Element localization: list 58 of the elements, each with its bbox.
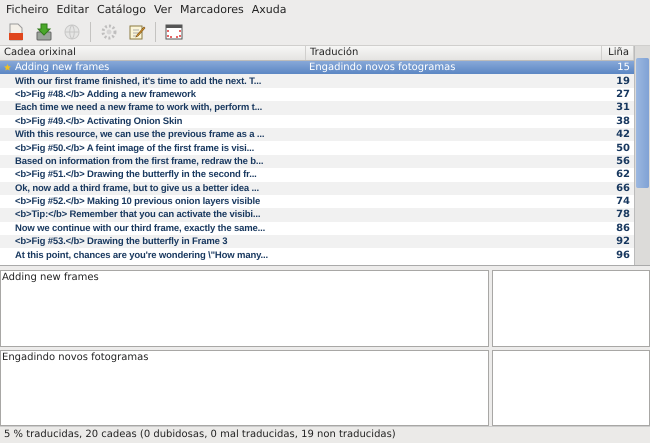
window-icon bbox=[165, 23, 183, 41]
column-header[interactable]: Tradución bbox=[306, 46, 602, 60]
source-text: <b>Tip:</b> Remember that you can activate the visibi... bbox=[15, 209, 260, 220]
source-text: <b>Fig #48.</b> Adding a new framework bbox=[15, 88, 196, 100]
line-number: 27 bbox=[616, 88, 630, 100]
line-number: 42 bbox=[616, 129, 630, 140]
globe-icon bbox=[63, 23, 81, 41]
menu-item[interactable]: Editar bbox=[52, 3, 94, 16]
table-row[interactable]: <b>Tip:</b> Remember that you can activate the visibi... 78 bbox=[0, 208, 634, 222]
line-number: 56 bbox=[616, 156, 630, 167]
translation-editor[interactable]: Engadindo novos fotogramas bbox=[0, 350, 489, 426]
menu-item[interactable]: Catálogo bbox=[93, 3, 150, 16]
table-row[interactable]: <b>Fig #49.</b> Activating Onion Skin 38 bbox=[0, 114, 634, 128]
source-text: <b>Fig #53.</b> Drawing the butterfly in Frame 3 bbox=[15, 236, 228, 248]
download-icon bbox=[35, 23, 53, 41]
notepad-pencil-icon bbox=[128, 23, 146, 41]
source-editor[interactable]: Adding new frames bbox=[0, 270, 489, 346]
line-number: 86 bbox=[616, 222, 630, 234]
line-number: 38 bbox=[616, 116, 630, 127]
source-text: With our first frame finished, it's time to add the next. T... bbox=[15, 76, 262, 87]
line-number: 62 bbox=[616, 169, 630, 180]
menu-item[interactable]: Axuda bbox=[248, 3, 290, 16]
table-row[interactable]: Each time we need a new frame to work with, perform t... 31 bbox=[0, 101, 634, 115]
table-row[interactable]: With this resource, we can use the previous frame as a ... 42 bbox=[0, 128, 634, 142]
table-row[interactable]: Ok, now add a third frame, but to give us a better idea ... 66 bbox=[0, 182, 634, 195]
menu-item[interactable]: Ver bbox=[150, 3, 176, 16]
table-row[interactable]: Based on information from the first frame, redraw the b... 56 bbox=[0, 154, 634, 168]
source-text: At this point, chances are you're wondering \"How many... bbox=[15, 250, 268, 261]
menu-item[interactable]: Ficheiro bbox=[2, 3, 52, 16]
source-text: Now we continue with our third frame, exactly the same... bbox=[15, 222, 266, 234]
source-text: <b>Fig #50.</b> A feint image of the first frame is visi... bbox=[15, 142, 254, 154]
table-row[interactable]: With our first frame finished, it's time to add the next. T... 19 bbox=[0, 74, 634, 88]
source-text: <b>Fig #52.</b> Making 10 previous onion layers visible bbox=[15, 196, 260, 208]
source-text: Adding new frames bbox=[15, 62, 110, 74]
scrollbar[interactable] bbox=[634, 46, 650, 265]
column-header[interactable]: Cadea orixinal bbox=[0, 46, 306, 60]
line-number: 50 bbox=[616, 142, 630, 154]
line-number: 66 bbox=[616, 182, 630, 194]
line-number: 74 bbox=[616, 196, 630, 208]
line-number: 19 bbox=[616, 76, 630, 87]
document-icon bbox=[7, 23, 25, 41]
source-text: With this resource, we can use the previous frame as a ... bbox=[15, 129, 264, 140]
table-row[interactable]: <b>Fig #53.</b> Drawing the butterfly in Frame 3 92 bbox=[0, 235, 634, 248]
source-text: <b>Fig #51.</b> Drawing the butterfly in the second fr... bbox=[15, 169, 257, 180]
line-number: 92 bbox=[616, 236, 630, 248]
line-number: 78 bbox=[616, 209, 630, 220]
source-text: Ok, now add a third frame, but to give us a better idea ... bbox=[15, 182, 259, 194]
translation-text: Engadindo novos fotogramas bbox=[309, 62, 456, 74]
line-number: 31 bbox=[616, 102, 630, 114]
line-number: 96 bbox=[616, 250, 630, 261]
table-row[interactable]: Now we continue with our third frame, exactly the same... 86 bbox=[0, 222, 634, 236]
line-number: 15 bbox=[617, 62, 630, 74]
gear-icon bbox=[100, 23, 118, 41]
source-text: <b>Fig #49.</b> Activating Onion Skin bbox=[15, 116, 182, 127]
table-row[interactable]: <b>Fig #52.</b> Making 10 previous onion layers visible 74 bbox=[0, 194, 634, 208]
source-text: Based on information from the first frame, redraw the b... bbox=[15, 156, 264, 167]
source-text: Each time we need a new frame to work with, perform t... bbox=[15, 102, 262, 114]
menu-item[interactable]: Marcadores bbox=[176, 3, 248, 16]
